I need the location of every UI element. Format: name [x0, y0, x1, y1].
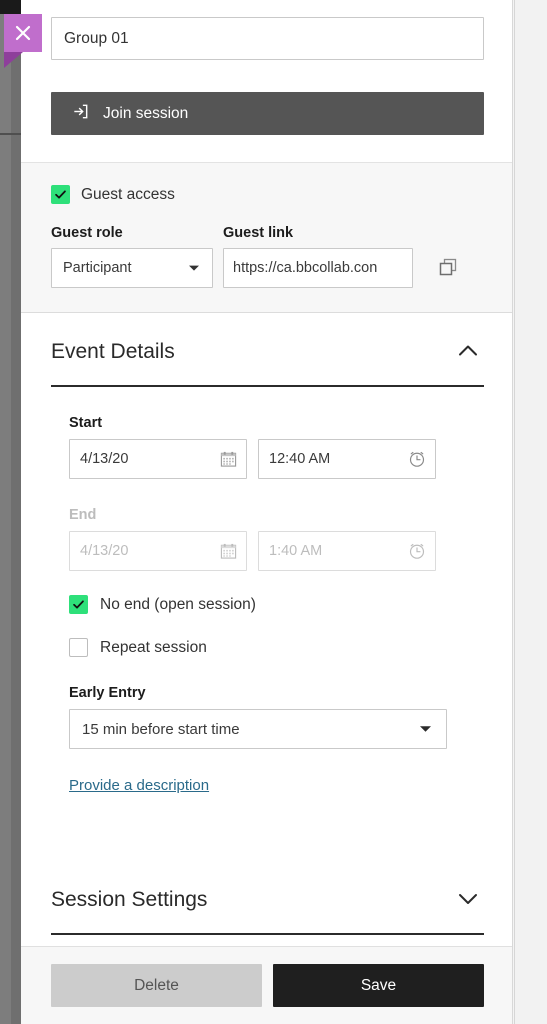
- check-icon: [73, 600, 84, 609]
- early-entry-group: Early Entry 15 min before start time: [69, 685, 484, 749]
- guest-link-value: https://ca.bbcollab.con: [233, 260, 378, 276]
- event-details-body: Start 4/13/20 12:40 AM End 4/13/20 1:40 …: [51, 415, 484, 795]
- early-entry-label: Early Entry: [69, 685, 146, 701]
- page-right-background: [514, 0, 547, 1024]
- guest-link-field: Guest link https://ca.bbcollab.con: [223, 225, 413, 288]
- start-group: Start 4/13/20 12:40 AM: [69, 415, 484, 479]
- repeat-session-checkbox[interactable]: [69, 638, 88, 657]
- start-time-input[interactable]: 12:40 AM: [258, 439, 436, 479]
- event-details-header[interactable]: Event Details: [51, 313, 484, 366]
- guest-access-row[interactable]: Guest access: [51, 185, 484, 204]
- event-details-title: Event Details: [51, 340, 175, 363]
- session-settings-header[interactable]: Session Settings: [51, 861, 484, 914]
- panel-footer: Delete Save: [21, 946, 512, 1024]
- session-flyout-panel: Join session Guest access Guest role Par…: [21, 0, 513, 1024]
- early-entry-select[interactable]: 15 min before start time: [69, 709, 447, 749]
- clock-icon[interactable]: [408, 542, 426, 560]
- no-end-checkbox[interactable]: [69, 595, 88, 614]
- provide-description-link[interactable]: Provide a description: [69, 777, 209, 794]
- guest-access-label: Guest access: [81, 185, 175, 203]
- guest-role-field: Guest role Participant: [51, 225, 213, 288]
- chevron-down-icon: [419, 721, 432, 738]
- session-settings-section: Session Settings: [51, 861, 484, 935]
- save-button[interactable]: Save: [273, 964, 484, 1007]
- clock-icon[interactable]: [408, 450, 426, 468]
- no-end-row[interactable]: No end (open session): [69, 595, 484, 614]
- session-settings-title: Session Settings: [51, 888, 208, 911]
- event-details-rule: [51, 385, 484, 387]
- early-entry-value: 15 min before start time: [82, 720, 240, 738]
- guest-role-value: Participant: [63, 260, 132, 276]
- chevron-up-icon: [458, 344, 478, 360]
- event-details-collapse-button[interactable]: [452, 338, 484, 366]
- close-icon: [13, 23, 33, 43]
- end-time-input[interactable]: 1:40 AM: [258, 531, 436, 571]
- enter-arrow-icon: [71, 102, 90, 126]
- copy-guest-link-button[interactable]: [431, 251, 465, 285]
- guest-role-label: Guest role: [51, 225, 123, 241]
- close-panel-button[interactable]: [4, 14, 42, 52]
- end-date-input[interactable]: 4/13/20: [69, 531, 247, 571]
- guest-fields: Guest role Participant Guest link https:…: [51, 225, 484, 288]
- delete-button[interactable]: Delete: [51, 964, 262, 1007]
- session-name-input[interactable]: [51, 17, 484, 60]
- calendar-icon[interactable]: [220, 451, 237, 468]
- guest-access-checkbox[interactable]: [51, 185, 70, 204]
- panel-body: Event Details Start 4/13/20 12:40 AM End…: [21, 313, 512, 946]
- join-session-button[interactable]: Join session: [51, 92, 484, 135]
- start-time-value: 12:40 AM: [269, 451, 331, 467]
- end-label: End: [69, 507, 97, 523]
- calendar-icon[interactable]: [220, 543, 237, 560]
- start-row: 4/13/20 12:40 AM: [69, 439, 484, 479]
- header-spacer: [21, 135, 512, 162]
- chevron-down-icon: [188, 260, 200, 276]
- session-settings-rule: [51, 933, 484, 935]
- guest-link-label: Guest link: [223, 225, 294, 241]
- repeat-session-row[interactable]: Repeat session: [69, 638, 484, 657]
- start-date-value: 4/13/20: [80, 451, 129, 467]
- page-left-rail: [0, 0, 21, 1024]
- page-left-rail-inner: [11, 14, 21, 1024]
- guest-access-section: Guest access Guest role Participant Gues…: [21, 162, 512, 313]
- guest-link-input[interactable]: https://ca.bbcollab.con: [223, 248, 413, 288]
- end-group: End 4/13/20 1:40 AM: [69, 507, 484, 571]
- panel-header: Join session: [21, 0, 512, 135]
- check-icon: [55, 190, 66, 199]
- join-session-label: Join session: [103, 104, 189, 122]
- start-label: Start: [69, 415, 103, 431]
- end-time-value: 1:40 AM: [269, 543, 323, 559]
- page-left-rail-divider: [0, 133, 21, 135]
- screen: Join session Guest access Guest role Par…: [0, 0, 547, 1024]
- session-settings-expand-button[interactable]: [452, 886, 484, 914]
- repeat-session-label: Repeat session: [100, 638, 207, 656]
- end-row: 4/13/20 1:40 AM: [69, 531, 484, 571]
- no-end-label: No end (open session): [100, 595, 256, 613]
- event-details-section: Event Details Start 4/13/20 12:40 AM End…: [51, 313, 484, 795]
- start-date-input[interactable]: 4/13/20: [69, 439, 247, 479]
- copy-icon: [438, 257, 458, 280]
- chevron-down-icon: [458, 892, 478, 908]
- end-date-value: 4/13/20: [80, 543, 129, 559]
- guest-role-select[interactable]: Participant: [51, 248, 213, 288]
- close-tab-tail: [4, 52, 42, 68]
